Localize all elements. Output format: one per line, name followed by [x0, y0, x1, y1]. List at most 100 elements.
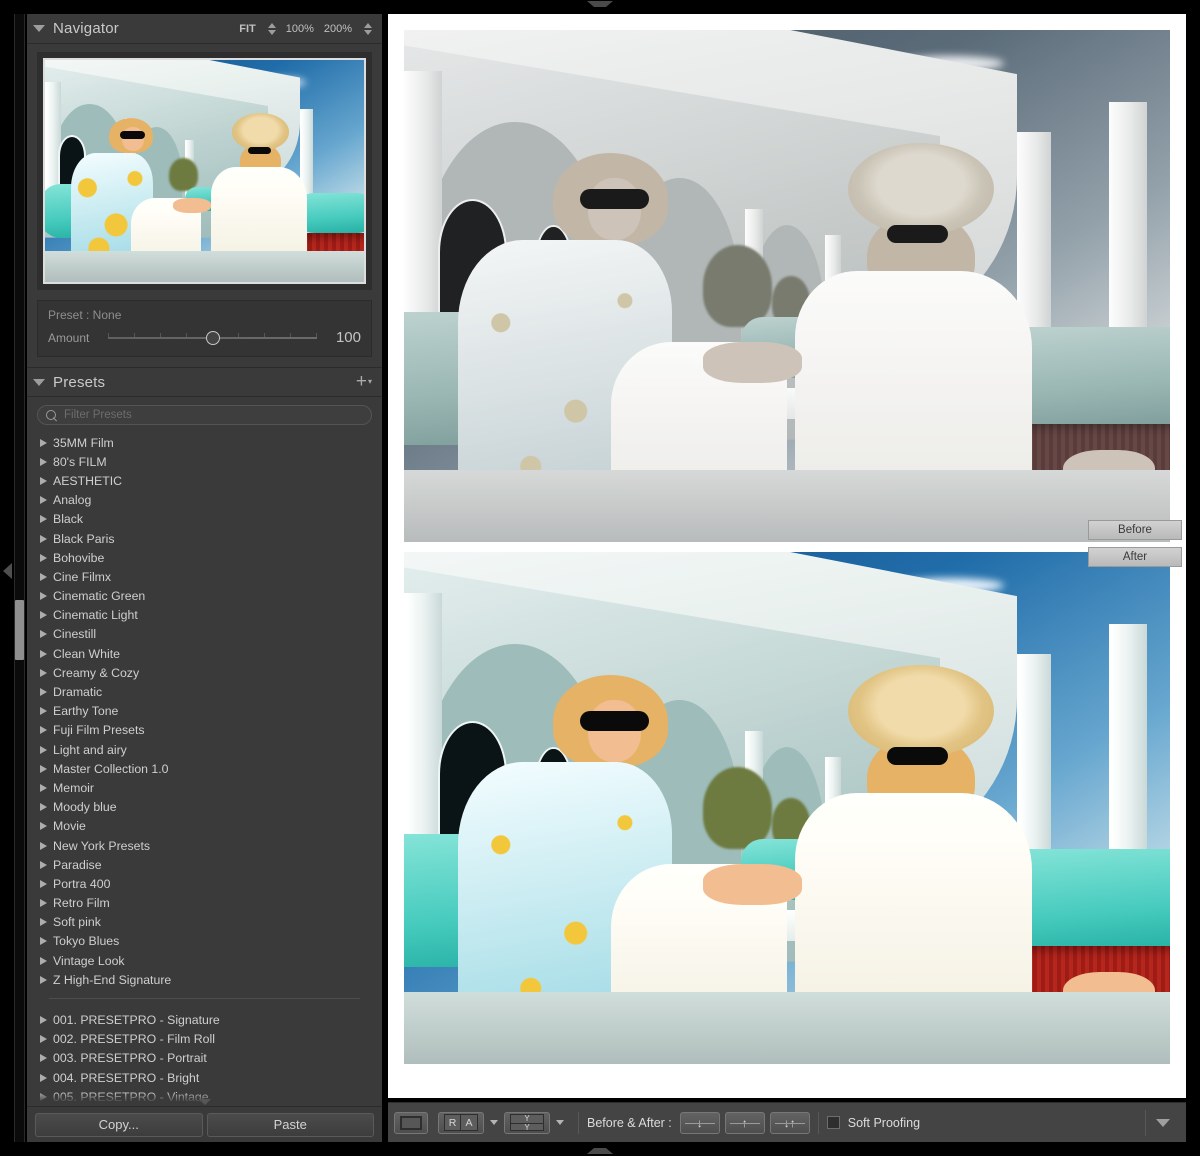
split-view-button[interactable]: Y Y — [504, 1112, 550, 1134]
triangle-right-icon[interactable] — [40, 630, 47, 638]
preset-group-row[interactable]: Creamy & Cozy — [27, 663, 382, 682]
triangle-right-icon[interactable] — [40, 535, 47, 543]
triangle-right-icon[interactable] — [40, 1016, 47, 1024]
triangle-right-icon[interactable] — [40, 669, 47, 677]
triangle-right-icon[interactable] — [40, 746, 47, 754]
split-view-chevron-down-icon[interactable] — [556, 1120, 564, 1125]
bottom-panel-collapse-chevron[interactable] — [587, 1148, 613, 1155]
zoom-level-100[interactable]: 100% — [286, 23, 314, 35]
before-image-pane[interactable] — [404, 30, 1170, 542]
triangle-right-icon[interactable] — [40, 842, 47, 850]
triangle-right-icon[interactable] — [40, 707, 47, 715]
preset-group-row[interactable]: Paradise — [27, 855, 382, 874]
loupe-view-button[interactable] — [394, 1112, 428, 1134]
triangle-right-icon[interactable] — [40, 918, 47, 926]
left-panel-scrollbar-thumb[interactable] — [15, 600, 24, 660]
triangle-right-icon[interactable] — [40, 937, 47, 945]
preset-group-row[interactable]: Vintage Look — [27, 951, 382, 970]
preset-group-row[interactable]: Moody blue — [27, 798, 382, 817]
navigator-thumbnail-image[interactable] — [43, 58, 366, 284]
after-label-tab[interactable]: After — [1088, 547, 1182, 567]
list-scroll-chevron-icon[interactable] — [199, 1099, 211, 1105]
before-label-tab[interactable]: Before — [1088, 520, 1182, 540]
triangle-right-icon[interactable] — [40, 1035, 47, 1043]
top-panel-collapse-chevron[interactable] — [587, 1, 613, 8]
soft-proofing-label[interactable]: Soft Proofing — [848, 1116, 920, 1130]
zoom-stepper-icon[interactable] — [364, 23, 372, 35]
triangle-right-icon[interactable] — [40, 784, 47, 792]
preset-group-row[interactable]: Memoir — [27, 778, 382, 797]
preset-group-row[interactable]: Portra 400 — [27, 874, 382, 893]
triangle-right-icon[interactable] — [40, 726, 47, 734]
triangle-right-icon[interactable] — [40, 573, 47, 581]
filter-presets-input[interactable]: Filter Presets — [37, 405, 372, 425]
copy-button[interactable]: Copy... — [35, 1113, 203, 1137]
left-panel-scrollbar-track[interactable] — [14, 14, 25, 1142]
triangle-right-icon[interactable] — [40, 861, 47, 869]
paste-button[interactable]: Paste — [207, 1113, 375, 1137]
preset-group-row[interactable]: Light and airy — [27, 740, 382, 759]
chevron-down-icon[interactable] — [1156, 1119, 1170, 1127]
preset-group-row[interactable]: Z High-End Signature — [27, 970, 382, 989]
preset-group-row[interactable]: 004. PRESETPRO - Bright — [27, 1068, 382, 1087]
copy-before-to-after-button[interactable]: ↑ — [725, 1112, 765, 1134]
preset-group-row[interactable]: Bohovibe — [27, 548, 382, 567]
soft-proofing-checkbox[interactable] — [827, 1116, 840, 1129]
plus-icon[interactable]: +▾ — [356, 375, 372, 389]
preset-group-row[interactable]: Cinematic Green — [27, 587, 382, 606]
triangle-right-icon[interactable] — [40, 1054, 47, 1062]
preset-group-row[interactable]: Earthy Tone — [27, 702, 382, 721]
preset-group-row[interactable]: 002. PRESETPRO - Film Roll — [27, 1030, 382, 1049]
triangle-right-icon[interactable] — [40, 439, 47, 447]
preset-group-row[interactable]: Black — [27, 510, 382, 529]
before-image[interactable] — [404, 30, 1170, 542]
preset-group-row[interactable]: 001. PRESETPRO - Signature — [27, 1010, 382, 1029]
preset-group-row[interactable]: Cine Filmx — [27, 567, 382, 586]
zoom-level-fit[interactable]: FIT — [239, 23, 256, 35]
triangle-right-icon[interactable] — [40, 477, 47, 485]
after-image-pane[interactable] — [404, 552, 1170, 1064]
triangle-right-icon[interactable] — [40, 880, 47, 888]
triangle-right-icon[interactable] — [40, 957, 47, 965]
triangle-right-icon[interactable] — [40, 592, 47, 600]
amount-slider[interactable] — [108, 331, 317, 345]
preset-group-row[interactable]: Cinematic Light — [27, 606, 382, 625]
preset-group-row[interactable]: Black Paris — [27, 529, 382, 548]
triangle-right-icon[interactable] — [40, 515, 47, 523]
compare-view-chevron-down-icon[interactable] — [490, 1120, 498, 1125]
triangle-right-icon[interactable] — [40, 611, 47, 619]
triangle-down-icon[interactable] — [33, 25, 45, 32]
compare-view-button[interactable]: R A — [438, 1112, 484, 1134]
triangle-down-icon[interactable] — [33, 379, 45, 386]
preset-group-list[interactable]: 35MM Film80's FILMAESTHETICAnalogBlackBl… — [27, 431, 382, 1106]
presets-header[interactable]: Presets +▾ — [27, 367, 382, 397]
copy-after-to-before-button[interactable]: ↓ — [680, 1112, 720, 1134]
preset-group-row[interactable]: 35MM Film — [27, 433, 382, 452]
triangle-right-icon[interactable] — [40, 458, 47, 466]
preset-group-row[interactable]: Soft pink — [27, 913, 382, 932]
triangle-right-icon[interactable] — [40, 1074, 47, 1082]
triangle-right-icon[interactable] — [40, 496, 47, 504]
triangle-right-icon[interactable] — [40, 688, 47, 696]
preset-group-row[interactable]: Analog — [27, 491, 382, 510]
preset-group-row[interactable]: Retro Film — [27, 894, 382, 913]
preset-group-row[interactable]: Dramatic — [27, 682, 382, 701]
zoom-level-200[interactable]: 200% — [324, 23, 352, 35]
preset-group-row[interactable]: Fuji Film Presets — [27, 721, 382, 740]
amount-value[interactable]: 100 — [317, 329, 361, 346]
slider-knob[interactable] — [206, 331, 220, 345]
preset-group-row[interactable]: 80's FILM — [27, 452, 382, 471]
triangle-right-icon[interactable] — [40, 822, 47, 830]
triangle-right-icon[interactable] — [40, 650, 47, 658]
preset-group-row[interactable]: 003. PRESETPRO - Portrait — [27, 1049, 382, 1068]
preset-group-row[interactable]: Clean White — [27, 644, 382, 663]
triangle-right-icon[interactable] — [40, 765, 47, 773]
triangle-right-icon[interactable] — [40, 803, 47, 811]
preset-group-row[interactable]: Cinestill — [27, 625, 382, 644]
preset-group-row[interactable]: Tokyo Blues — [27, 932, 382, 951]
swap-before-after-button[interactable]: ↓↑ — [770, 1112, 810, 1134]
preset-group-row[interactable]: Master Collection 1.0 — [27, 759, 382, 778]
triangle-right-icon[interactable] — [40, 899, 47, 907]
preset-group-row[interactable]: Movie — [27, 817, 382, 836]
triangle-right-icon[interactable] — [40, 976, 47, 984]
